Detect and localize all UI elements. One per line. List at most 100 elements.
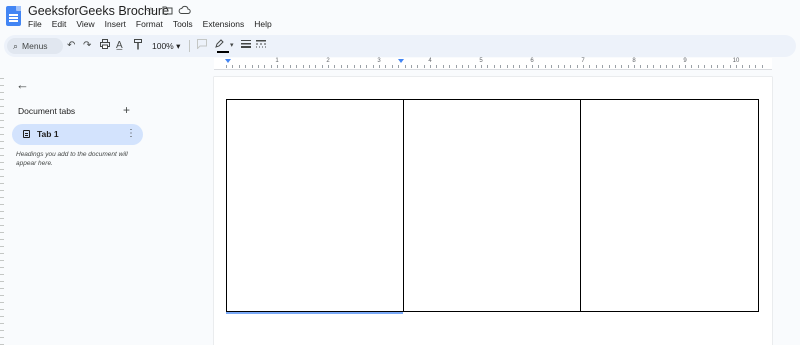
- ruler-tick: [748, 65, 750, 68]
- search-menus-button[interactable]: ⌕ Menus: [7, 38, 63, 54]
- table-cell[interactable]: [404, 100, 581, 311]
- ruler-tick: [538, 65, 540, 68]
- redo-icon[interactable]: ↷: [83, 39, 91, 53]
- search-menus-label: Menus: [22, 41, 48, 51]
- ruler-tick: [685, 65, 686, 68]
- print-icon[interactable]: [100, 39, 110, 53]
- toolbar: ⌕ Menus ↶ ↷ A̲ 100% ▾ ▾: [4, 35, 796, 57]
- ruler-tick: [544, 65, 546, 68]
- chevron-down-icon[interactable]: ▾: [230, 39, 234, 53]
- ruler-tick: [697, 65, 699, 68]
- paint-format-icon[interactable]: [134, 39, 143, 53]
- ruler-tick: [704, 65, 706, 68]
- ruler-number: 3: [377, 58, 381, 64]
- ruler-tick: [245, 65, 247, 68]
- vertical-ruler[interactable]: [0, 72, 4, 345]
- sidebar-item-tab-1[interactable]: Tab 1 ⋮: [12, 124, 143, 145]
- tab-label: Tab 1: [37, 129, 59, 139]
- left-indent-marker[interactable]: [225, 59, 231, 63]
- star-icon[interactable]: ☆: [146, 5, 156, 18]
- menu-extensions[interactable]: Extensions: [203, 19, 245, 29]
- ruler-tick: [315, 65, 317, 68]
- ruler-tick: [347, 65, 349, 68]
- ruler-tick: [238, 65, 240, 68]
- zoom-select[interactable]: 100% ▾: [152, 39, 180, 53]
- menu-view[interactable]: View: [76, 19, 94, 29]
- ruler-tick: [493, 65, 495, 68]
- menu-format[interactable]: Format: [136, 19, 163, 29]
- ruler-tick: [634, 65, 635, 68]
- ruler-tick: [277, 65, 278, 68]
- docs-logo-icon[interactable]: [6, 6, 21, 26]
- ruler-tick: [257, 65, 259, 68]
- undo-icon[interactable]: ↶: [67, 39, 75, 53]
- zoom-value: 100%: [152, 41, 174, 51]
- ruler-tick: [283, 65, 285, 68]
- ruler-tick: [296, 65, 298, 68]
- ruler-tick: [251, 65, 253, 68]
- more-vert-icon[interactable]: ⋮: [126, 128, 136, 139]
- ruler-tick: [289, 65, 291, 68]
- ruler-tick: [736, 65, 737, 68]
- menu-tools[interactable]: Tools: [173, 19, 193, 29]
- ruler-tick: [614, 65, 616, 68]
- ruler-tick: [468, 65, 470, 68]
- ruler-tick: [423, 65, 425, 68]
- ruler-tick: [659, 65, 661, 68]
- ruler-tick: [576, 65, 578, 68]
- ruler-tick: [525, 65, 527, 68]
- menu-edit[interactable]: Edit: [52, 19, 67, 29]
- border-dash-icon[interactable]: [256, 39, 266, 53]
- back-arrow-icon[interactable]: ←: [16, 77, 29, 92]
- add-tab-icon[interactable]: +: [123, 103, 130, 117]
- ruler-tick: [500, 65, 502, 68]
- border-width-icon[interactable]: [241, 39, 251, 53]
- ruler-tick: [653, 65, 655, 68]
- ruler-tick: [755, 65, 757, 68]
- spelling-check-icon[interactable]: A̲: [116, 39, 123, 53]
- ruler-tick: [723, 65, 725, 68]
- menu-help[interactable]: Help: [254, 19, 271, 29]
- add-comment-icon[interactable]: [197, 39, 207, 53]
- ruler-number: 6: [530, 58, 534, 64]
- layout-table: [226, 99, 759, 312]
- ruler-tick: [474, 65, 476, 68]
- ruler-tick: [602, 65, 604, 68]
- right-indent-marker[interactable]: [398, 59, 404, 63]
- ruler-number: 1: [275, 58, 279, 64]
- ruler-number: 7: [581, 58, 585, 64]
- cloud-saved-icon[interactable]: [178, 5, 191, 18]
- ruler-tick: [570, 65, 572, 68]
- ruler-tick: [742, 65, 744, 68]
- ruler-number: 5: [479, 58, 483, 64]
- ruler-tick: [461, 65, 463, 68]
- ruler-tick: [359, 65, 361, 68]
- ruler-number: 4: [428, 58, 432, 64]
- ruler-tick: [646, 65, 648, 68]
- ruler-tick: [372, 65, 374, 68]
- document-page[interactable]: [214, 77, 772, 345]
- ruler-tick: [328, 65, 329, 68]
- ruler-tick: [340, 65, 342, 68]
- move-folder-icon[interactable]: [162, 5, 173, 18]
- ruler-tick: [519, 65, 521, 68]
- table-cell[interactable]: [581, 100, 758, 311]
- title-bar: GeeksforGeeks Brochure ☆ File Edit View …: [0, 0, 800, 34]
- ruler-tick: [379, 65, 380, 68]
- ruler-tick: [481, 65, 482, 68]
- ruler-tick: [551, 65, 553, 68]
- ruler-tick: [761, 65, 763, 68]
- ruler-tick: [608, 65, 610, 68]
- menu-insert[interactable]: Insert: [105, 19, 126, 29]
- ruler-tick: [678, 65, 680, 68]
- ruler-tick: [710, 65, 712, 68]
- horizontal-ruler[interactable]: 1 2 3 4 5 6 7 8 9 10: [214, 58, 772, 70]
- menu-file[interactable]: File: [28, 19, 42, 29]
- ruler-tick: [226, 65, 227, 68]
- table-cell[interactable]: [227, 100, 404, 311]
- ruler-tick: [430, 65, 431, 68]
- ruler-tick: [563, 65, 565, 68]
- ruler-tick: [449, 65, 451, 68]
- ruler-number: 9: [683, 58, 687, 64]
- ruler-tick: [398, 65, 400, 68]
